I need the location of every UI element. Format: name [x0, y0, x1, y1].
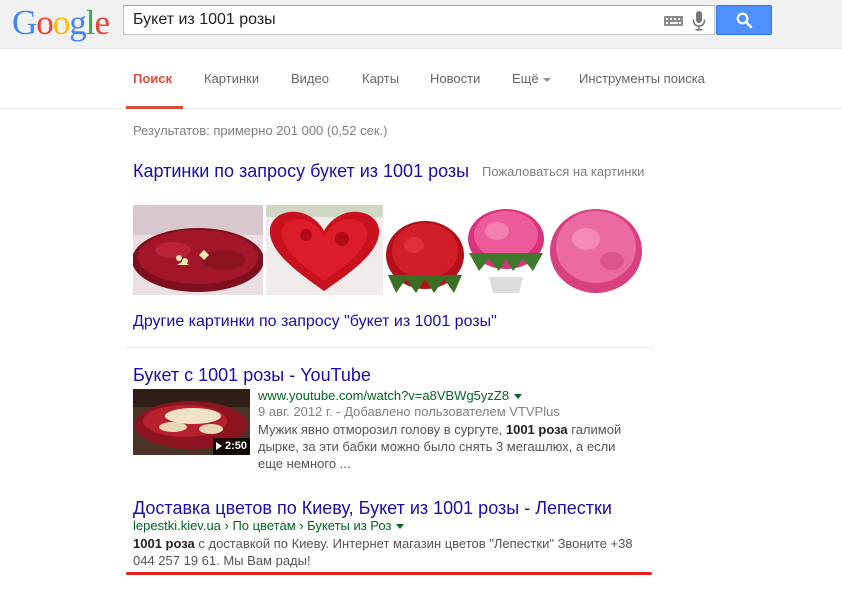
tab-images[interactable]: Картинки [204, 71, 259, 86]
tab-search-tools[interactable]: Инструменты поиска [579, 71, 705, 86]
tab-news[interactable]: Новости [430, 71, 480, 86]
result-title-link[interactable]: Доставка цветов по Киеву, Букет из 1001 … [133, 498, 612, 519]
result-snippet: 1001 роза с доставкой по Киеву. Интернет… [133, 535, 653, 569]
tab-search[interactable]: Поиск [133, 71, 172, 86]
result-stats: Результатов: примерно 201 000 (0,52 сек.… [133, 123, 388, 138]
image-thumbnail[interactable] [467, 205, 545, 295]
more-images-link[interactable]: Другие картинки по запросу "букет из 100… [133, 313, 497, 331]
play-icon [215, 442, 222, 450]
result-title-link[interactable]: Букет с 1001 розы - YouTube [133, 365, 371, 386]
search-tabs: Поиск Картинки Видео Карты Новости Ещё И… [0, 49, 842, 109]
snippet-line: Мужик явно отморозил голову в сургуте, 1… [258, 422, 622, 437]
snippet-line: 044 257 19 61. Мы Вам рады! [133, 553, 311, 568]
result-url: www.youtube.com/watch?v=a8VBWg5yzZ8 [258, 388, 523, 403]
report-images-link[interactable]: Пожаловаться на картинки [482, 164, 644, 179]
image-thumbnail[interactable] [266, 205, 383, 295]
tab-video[interactable]: Видео [291, 71, 329, 86]
image-thumbnail[interactable] [548, 205, 645, 295]
google-logo[interactable]: Google [12, 3, 110, 43]
keyboard-icon[interactable] [664, 16, 683, 26]
top-bar: Google [0, 0, 842, 49]
images-heading-link[interactable]: Картинки по запросу букет из 1001 розы [133, 161, 469, 182]
image-thumbnail[interactable] [386, 205, 464, 295]
result-url-text: www.youtube.com/watch?v=a8VBWg5yzZ8 [258, 388, 510, 403]
divider [126, 347, 654, 348]
search-button[interactable] [716, 5, 772, 35]
search-icon [736, 12, 753, 29]
microphone-icon[interactable] [692, 11, 706, 31]
tab-more-label: Ещё [512, 71, 539, 86]
search-box[interactable] [123, 5, 715, 35]
tab-more[interactable]: Ещё [512, 71, 551, 86]
video-thumbnail[interactable]: 2:50 [133, 389, 250, 455]
snippet-line: еще немного ... [258, 456, 351, 471]
result-meta: 9 авг. 2012 г. - Добавлено пользователем… [258, 404, 560, 419]
result-url-text: lepestki.kiev.ua › По цветам › Букеты из… [133, 518, 392, 533]
snippet-line: дырке, за эти бабки можно было снять 3 м… [258, 439, 616, 454]
video-duration-badge: 2:50 [212, 438, 250, 455]
snippet-line: 1001 роза с доставкой по Киеву. Интернет… [133, 536, 633, 551]
duration-text: 2:50 [224, 440, 247, 452]
result-url: lepestki.kiev.ua › По цветам › Букеты из… [133, 518, 405, 533]
chevron-down-icon[interactable] [396, 524, 405, 530]
chevron-down-icon[interactable] [514, 394, 523, 400]
tab-maps[interactable]: Карты [362, 71, 399, 86]
active-tab-indicator [126, 106, 183, 109]
search-input[interactable] [133, 6, 653, 34]
highlight-underline [126, 572, 652, 575]
image-thumbnail[interactable] [133, 205, 263, 295]
chevron-down-icon [542, 77, 551, 82]
result-snippet: Мужик явно отморозил голову в сургуте, 1… [258, 421, 658, 472]
